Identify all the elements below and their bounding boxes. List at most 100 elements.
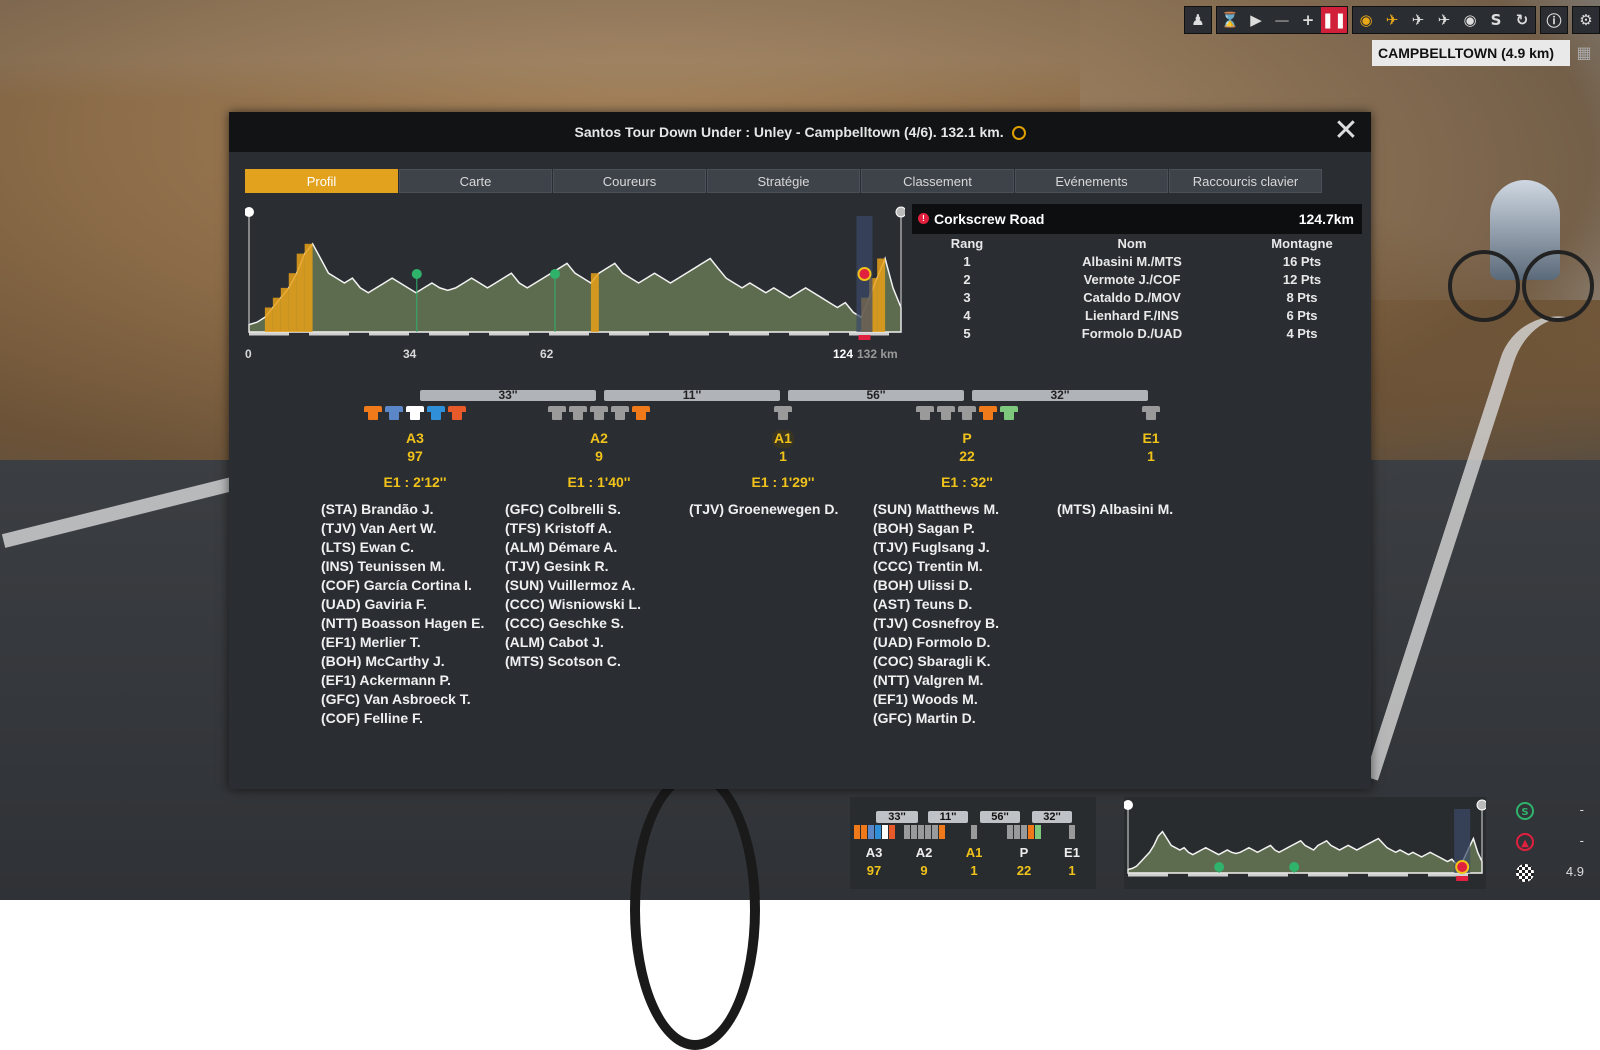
tab-coureurs[interactable]: Coureurs <box>553 169 706 193</box>
hud-climb-row[interactable]: ▲ - <box>1506 828 1596 859</box>
rider-list-item[interactable]: (COC) Sbaragli K. <box>873 652 1067 671</box>
rider-list-item[interactable]: (EF1) Ackermann P. <box>321 671 515 690</box>
helicopter-icon[interactable]: ✈ <box>1405 7 1431 33</box>
sprint-distance: - <box>1579 802 1584 817</box>
rider-list-item[interactable]: (TJV) Gesink R. <box>505 557 699 576</box>
dialog-header: Santos Tour Down Under : Unley - Campbel… <box>229 112 1371 152</box>
rider-list-item[interactable]: (UAD) Gaviria F. <box>321 595 515 614</box>
hud-gap: 33'' <box>876 811 918 823</box>
hud-group[interactable]: A1 1 <box>950 825 998 878</box>
rider-list-item[interactable]: (GFC) Van Asbroeck T. <box>321 690 515 709</box>
rider-list-item[interactable]: (TJV) Cosnefroy B. <box>873 614 1067 633</box>
rider-list-item[interactable]: (COF) García Cortina I. <box>321 576 515 595</box>
rider-list-item[interactable]: (CCC) Wisniowski L. <box>505 595 699 614</box>
close-icon[interactable]: ✕ <box>1331 116 1361 146</box>
jersey-icon <box>569 404 587 420</box>
sprint-icon[interactable] <box>1214 862 1225 872</box>
rider-list-item[interactable]: (AST) Teuns D. <box>873 595 1067 614</box>
sprint-icon[interactable] <box>550 269 561 279</box>
hud-group[interactable]: E1 1 <box>1048 825 1096 878</box>
gap-bar: 11'' <box>604 389 780 401</box>
rider-list-item[interactable]: (ALM) Démare A. <box>505 538 699 557</box>
tab-carte[interactable]: Carte <box>399 169 552 193</box>
rider-list-item[interactable]: (CCC) Geschke S. <box>505 614 699 633</box>
plane-icon[interactable]: ✈ <box>1431 7 1457 33</box>
rider-list-item[interactable]: (GFC) Colbrelli S. <box>505 500 699 519</box>
tab-raccourcis[interactable]: Raccourcis clavier <box>1169 169 1322 193</box>
rider-list-item[interactable]: (MTS) Albasini M. <box>1057 500 1251 519</box>
plus-icon[interactable]: + <box>1295 7 1321 33</box>
rider-list-item[interactable]: (STA) Brandão J. <box>321 500 515 519</box>
kom-icon[interactable] <box>1455 860 1470 874</box>
jersey-icon <box>938 825 945 839</box>
group-count: 1 <box>1147 448 1155 464</box>
jersey-icon <box>958 404 976 420</box>
rider-list-item[interactable]: (TJV) Groenewegen D. <box>689 500 883 519</box>
rider-list-item[interactable]: (NTT) Valgren M. <box>873 671 1067 690</box>
rider-list-item[interactable]: (COF) Felline F. <box>321 709 515 728</box>
rider-list-item[interactable]: (LTS) Ewan C. <box>321 538 515 557</box>
rider-list-item[interactable]: (BOH) Ulissi D. <box>873 576 1067 595</box>
eye-icon[interactable]: ◉ <box>1353 7 1379 33</box>
group-column[interactable]: A2 9 E1 : 1'40'' (GFC) Colbrelli S. (TFS)… <box>499 404 699 671</box>
rider-list-item[interactable]: (GFC) Martin D. <box>873 709 1067 728</box>
hud-jerseys <box>1048 825 1096 841</box>
hud-group[interactable]: A2 9 <box>900 825 948 878</box>
group-count: 97 <box>407 448 423 464</box>
climb-table: Rang Nom Montagne 1 Albasini M./MTS 16 Pts… <box>912 234 1362 342</box>
hud-objectives: S - ▲ - 4.9 <box>1506 797 1596 889</box>
rider-list-item[interactable]: (SUN) Vuillermoz A. <box>505 576 699 595</box>
rider-list-item[interactable]: (EF1) Woods M. <box>873 690 1067 709</box>
pause-icon[interactable]: ❚❚ <box>1321 7 1347 33</box>
kom-icon[interactable] <box>857 267 872 281</box>
rider-list-item[interactable]: (TJV) Van Aert W. <box>321 519 515 538</box>
info-icon[interactable]: ⓘ <box>1541 7 1567 33</box>
finish-flag-icon <box>1516 864 1534 882</box>
rider-list-item[interactable]: (MTS) Scotson C. <box>505 652 699 671</box>
group-column[interactable]: P 22 E1 : 32'' (SUN) Matthews M. (BOH) Sa… <box>867 404 1067 728</box>
group-column[interactable]: A1 1 E1 : 1'29'' (TJV) Groenewegen D. <box>683 404 883 519</box>
group-gaps: 33'' 11'' 56'' 32'' <box>229 389 1371 404</box>
refresh-icon[interactable]: ↻ <box>1509 7 1535 33</box>
rider-list-item[interactable]: (CCC) Trentin M. <box>873 557 1067 576</box>
rider-icon[interactable]: ♟ <box>1185 7 1211 33</box>
sprint-icon[interactable] <box>411 269 422 279</box>
rider-list-item[interactable]: (EF1) Merlier T. <box>321 633 515 652</box>
hud-finish-row[interactable]: 4.9 <box>1506 859 1596 890</box>
stage-profile-chart[interactable]: 0 34 62 124 132 km <box>244 204 907 364</box>
tab-profil[interactable]: Profil <box>245 169 398 193</box>
tab-strategie[interactable]: Stratégie <box>707 169 860 193</box>
hud-sprint-row[interactable]: S - <box>1506 797 1596 828</box>
rider-list-item[interactable]: (TFS) Kristoff A. <box>505 519 699 538</box>
gear-icon[interactable]: ⚙ <box>1573 7 1599 33</box>
play-icon[interactable]: ▶ <box>1243 7 1269 33</box>
rider-list-item[interactable]: (SUN) Matthews M. <box>873 500 1067 519</box>
hud-group[interactable]: A3 97 <box>850 825 898 878</box>
rider-list: (MTS) Albasini M. <box>1051 500 1251 519</box>
sprint-icon[interactable] <box>1289 862 1300 872</box>
hud-mini-profile[interactable] <box>1123 797 1488 889</box>
rider-list-item[interactable]: (TJV) Fuglsang J. <box>873 538 1067 557</box>
finish-distance: 4.9 <box>1565 864 1584 879</box>
hud-group-count: 1 <box>970 863 978 878</box>
rider-list-item[interactable]: (BOH) Sagan P. <box>873 519 1067 538</box>
ball-icon[interactable]: ◉ <box>1457 7 1483 33</box>
motorbike-icon[interactable]: ✈ <box>1379 7 1405 33</box>
hud-race-groups[interactable]: 33'' 11'' 56'' 32'' A3 97 A2 9 A1 1 P 22… <box>850 797 1096 889</box>
minus-icon[interactable]: — <box>1269 7 1295 33</box>
tab-evenements[interactable]: Evénements <box>1015 169 1168 193</box>
rider-list-item[interactable]: (ALM) Cabot J. <box>505 633 699 652</box>
rider-list-item[interactable]: (INS) Teunissen M. <box>321 557 515 576</box>
rider-list-item[interactable]: (BOH) McCarthy J. <box>321 652 515 671</box>
rider-list-item[interactable]: (NTT) Boasson Hagen E. <box>321 614 515 633</box>
group-column[interactable]: E1 1 (MTS) Albasini M. <box>1051 404 1251 519</box>
rider-list-item[interactable]: (UAD) Formolo D. <box>873 633 1067 652</box>
hud-group[interactable]: P 22 <box>1000 825 1048 878</box>
group-gap-time: E1 : 1'29'' <box>751 474 815 490</box>
climb-segment <box>877 258 886 332</box>
s-icon[interactable]: S <box>1483 7 1509 33</box>
group-column[interactable]: A3 97 E1 : 2'12'' (STA) Brandão J. (TJV) … <box>315 404 515 728</box>
hud-jerseys <box>950 825 998 841</box>
hourglass-icon[interactable]: ⌛ <box>1217 7 1243 33</box>
tab-classement[interactable]: Classement <box>861 169 1014 193</box>
